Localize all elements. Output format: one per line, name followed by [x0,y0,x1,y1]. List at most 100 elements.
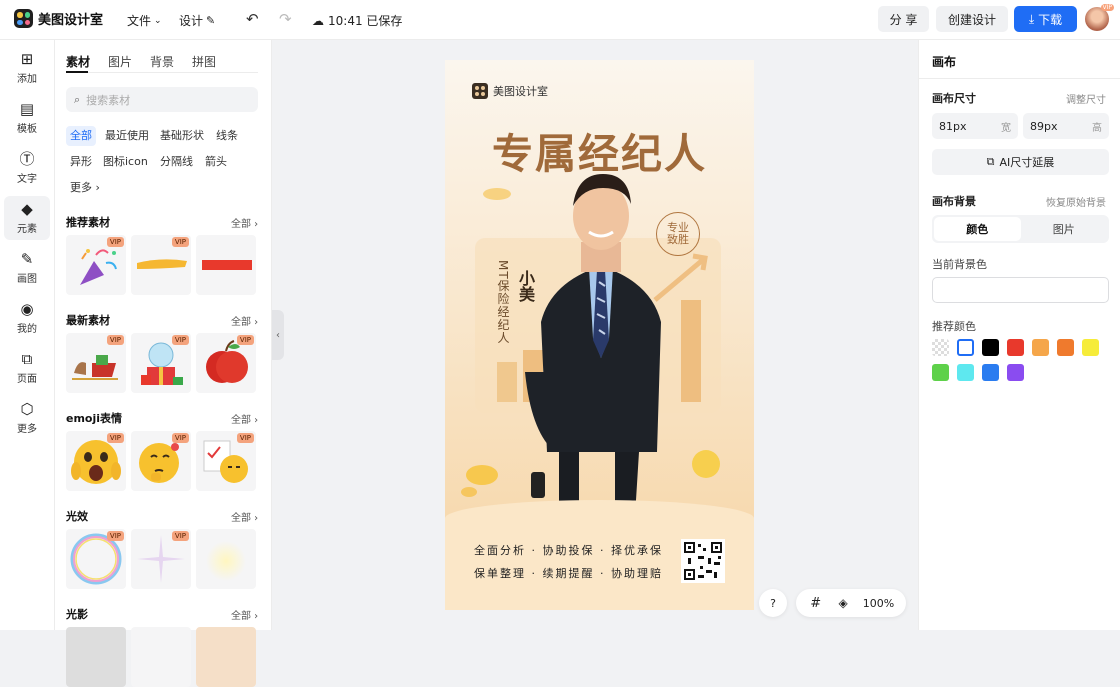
rail-label: 添加 [17,74,37,85]
tab-color[interactable]: 颜色 [934,217,1021,241]
see-all-shadows[interactable]: 全部 › [231,607,258,622]
asset-thumb-sparkle[interactable]: VIP [131,529,191,589]
grid-icon[interactable]: # [802,596,829,611]
chip-lines[interactable]: 线条 [212,126,242,146]
width-value: 81px [939,119,967,133]
asset-thumb-sleigh[interactable]: VIP [66,333,126,393]
undo-icon[interactable]: ↶ [246,10,259,28]
download-button[interactable]: ⤓ 下载 [1014,6,1077,32]
swatch-black[interactable] [982,339,999,356]
chip-irregular[interactable]: 异形 [66,152,96,172]
resize-link[interactable]: 调整尺寸 [1066,91,1106,106]
chip-dividers[interactable]: 分隔线 [156,152,197,172]
rail-item-element[interactable]: ◆ 元素 [4,196,50,240]
rail-item-more[interactable]: ⬡ 更多 [4,396,50,440]
layers-icon[interactable]: ◈ [829,596,856,610]
rail-item-add[interactable]: ⊞ 添加 [4,46,50,90]
asset-thumb-party-popper[interactable]: VIP [66,235,126,295]
asset-thumb-snow-globe[interactable]: VIP [131,333,191,393]
asset-thumb-bubble[interactable]: VIP [66,529,126,589]
design-menu[interactable]: 设计 ✎ [179,12,215,29]
chip-all[interactable]: 全部 [66,126,96,146]
rail-label: 文字 [17,174,37,185]
poster-canvas[interactable]: 美图设计室 专属经纪人 专业 致胜 MT保险经纪人 小美 全面分析 · 协助投保… [445,60,754,610]
tab-image-bg[interactable]: 图片 [1021,217,1108,241]
chip-icons[interactable]: 图标icon [99,152,152,172]
see-all-label: 全部 [231,415,251,426]
see-all-label: 全部 [231,611,251,622]
asset-thumb-shadow-1[interactable] [66,627,126,687]
swatch-red[interactable] [1007,339,1024,356]
file-menu[interactable]: 文件 ⌄ [127,12,162,29]
swatch-yellow[interactable] [1082,339,1099,356]
swatch-orange[interactable] [1057,339,1074,356]
vip-tag: VIP [236,335,254,345]
create-design-button[interactable]: 创建设计 [936,6,1008,32]
redo-icon[interactable]: ↷ [279,10,292,28]
swatch-purple[interactable] [1007,364,1024,381]
businessman-photo[interactable] [523,172,673,517]
rail-item-mine[interactable]: ◉ 我的 [4,296,50,340]
poster-vertical-text[interactable]: MT保险经纪人 [495,260,512,345]
tab-image[interactable]: 图片 [108,53,132,70]
asset-thumb-red-bar[interactable] [196,235,256,295]
swatch-light-orange[interactable] [1032,339,1049,356]
share-button[interactable]: 分 享 [878,6,929,32]
width-field[interactable]: 81px 宽 [932,113,1018,139]
restore-background-link[interactable]: 恢复原始背景 [1046,194,1106,209]
panel-tabs: 素材 图片 背景 拼图 [66,53,216,70]
search-input[interactable]: ⌕ 搜索素材 [66,87,258,112]
help-button[interactable]: ? [759,589,787,617]
see-all-emoji[interactable]: 全部 › [231,411,258,426]
app-logo[interactable]: 美图设计室 [14,9,103,28]
tab-background[interactable]: 背景 [150,53,174,70]
asset-thumb-scared-emoji[interactable]: VIP [66,431,126,491]
chevron-down-icon: ⌄ [154,15,162,26]
asset-thumb-thinking-emoji[interactable]: VIP [131,431,191,491]
zoom-level[interactable]: 100% [857,597,900,610]
rail-item-draw[interactable]: ✎ 画图 [4,246,50,290]
rail-item-page[interactable]: ⧉ 页面 [4,346,50,390]
swatch-blue[interactable] [982,364,999,381]
panel-divider [919,78,1120,79]
asset-thumb-shadow-3[interactable] [196,627,256,687]
swatch-transparent[interactable] [932,339,949,356]
swatch-cyan[interactable] [957,364,974,381]
asset-thumb-checklist-emoji[interactable]: VIP [196,431,256,491]
rail-label: 元素 [17,224,37,235]
user-icon: ◉ [20,300,34,318]
collapse-panel-button[interactable]: ‹ [272,310,284,360]
rail-item-text[interactable]: Ⓣ 文字 [4,146,50,190]
swatch-green[interactable] [932,364,949,381]
poster-service-line-1[interactable]: 全面分析 · 协助投保 · 择优承保 [474,542,663,558]
top-bar: 美图设计室 文件 ⌄ 设计 ✎ ↶ ↷ ☁ 10:41 已保存 分 享 创建设计… [0,0,1120,40]
chip-recent[interactable]: 最近使用 [101,126,153,146]
qr-code[interactable] [681,539,725,583]
create-design-label: 创建设计 [947,12,996,27]
tab-collage[interactable]: 拼图 [192,53,216,70]
vip-tag: VIP [106,531,124,541]
asset-thumb-shadow-2[interactable] [131,627,191,687]
asset-thumb-brush-stroke[interactable]: VIP [131,235,191,295]
poster-service-line-2[interactable]: 保单整理 · 续期提醒 · 协助理赔 [474,565,663,581]
vip-tag: VIP [171,335,189,345]
asset-thumb-glow[interactable] [196,529,256,589]
chevron-left-icon: ‹ [276,329,280,341]
asset-thumb-apple[interactable]: VIP [196,333,256,393]
chip-basic-shapes[interactable]: 基础形状 [156,126,208,146]
rail-item-template[interactable]: ▤ 模板 [4,96,50,140]
swatch-white[interactable] [957,339,974,356]
see-all-light-effects[interactable]: 全部 › [231,509,258,524]
chip-more[interactable]: 更多 › [66,178,104,198]
see-all-recommended[interactable]: 全部 › [231,215,258,230]
height-value: 89px [1030,119,1058,133]
section-title-latest: 最新素材 [66,314,110,327]
tab-material[interactable]: 素材 [66,53,90,70]
height-field[interactable]: 89px 高 [1023,113,1109,139]
see-all-latest[interactable]: 全部 › [231,313,258,328]
avatar[interactable]: VIP [1085,4,1114,31]
left-rail: ⊞ 添加 ▤ 模板 Ⓣ 文字 ◆ 元素 ✎ 画图 ◉ 我的 ⧉ 页面 ⬡ 更多 [0,40,55,630]
current-color-picker[interactable] [932,277,1109,303]
ai-resize-button[interactable]: ⧉ AI尺寸延展 [932,149,1109,175]
chip-arrows[interactable]: 箭头 [201,152,231,172]
